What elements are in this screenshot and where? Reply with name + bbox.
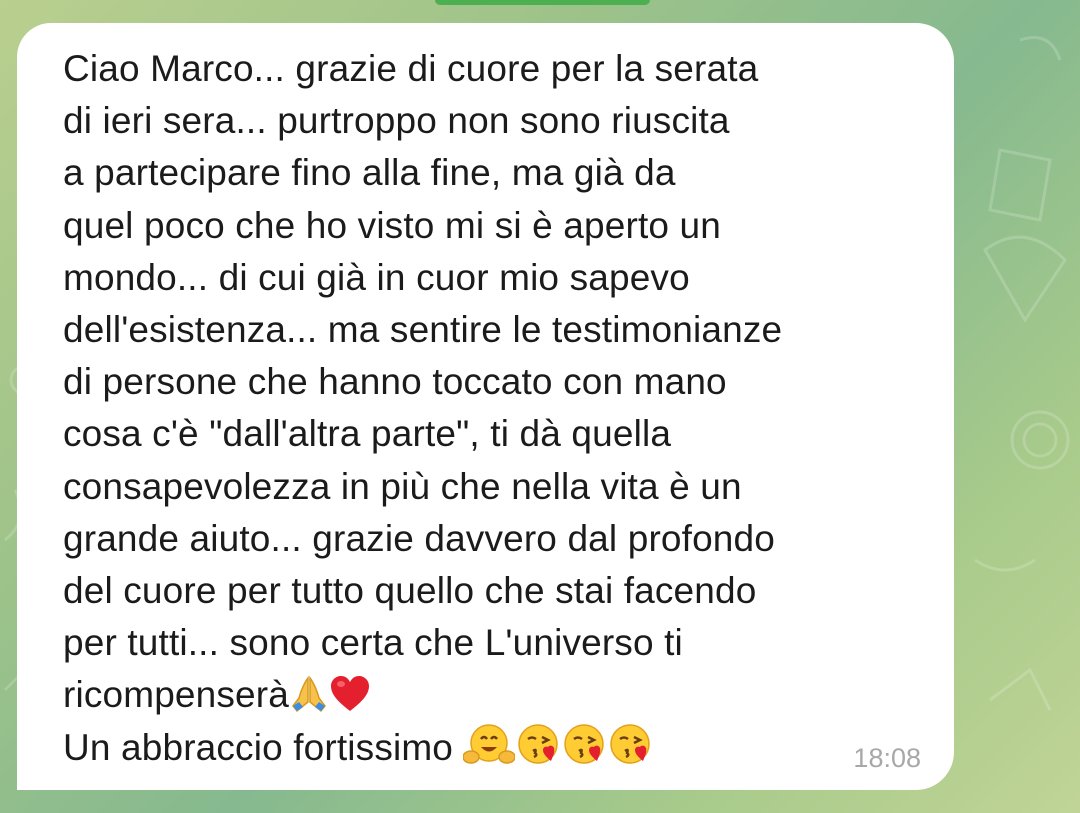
message-line: ricompenserà <box>63 674 289 716</box>
message-line: per tutti... sono certa che L'universo t… <box>63 622 683 664</box>
message-line: a partecipare fino alla fine, ma già da <box>63 152 676 194</box>
message-line: consapevolezza in più che nella vita è u… <box>63 465 742 507</box>
message-line: quel poco che ho visto mi si è aperto un <box>63 204 721 246</box>
message-line: cosa c'è "dall'altra parte", ti dà quell… <box>63 413 672 455</box>
message-text: Ciao Marco... grazie di cuore per la ser… <box>63 43 943 774</box>
folded-hands-emoji <box>289 674 329 714</box>
face-blowing-kiss-emoji <box>561 723 607 767</box>
message-line: del cuore per tutto quello che stai face… <box>63 570 757 612</box>
message-line: Ciao Marco... grazie di cuore per la ser… <box>63 48 759 89</box>
message-line: grande aiuto... grazie davvero dal profo… <box>63 517 775 559</box>
message-timestamp: 18:08 <box>853 743 921 773</box>
message-bubble[interactable]: Ciao Marco... grazie di cuore per la ser… <box>17 23 954 790</box>
message-line: Un abbraccio fortissimo <box>63 726 464 768</box>
red-heart-emoji <box>329 674 371 714</box>
message-line: mondo... di cui già in cuor mio sapevo <box>63 256 690 298</box>
face-blowing-kiss-emoji <box>607 723 653 767</box>
hugging-face-emoji <box>463 723 516 767</box>
face-blowing-kiss-emoji <box>515 723 561 767</box>
message-line: di persone che hanno toccato con mano <box>63 361 727 403</box>
top-indicator-strip <box>435 0 650 5</box>
message-line: di ieri sera... purtroppo non sono riusc… <box>63 100 730 142</box>
message-line: dell'esistenza... ma sentire le testimon… <box>63 309 783 351</box>
